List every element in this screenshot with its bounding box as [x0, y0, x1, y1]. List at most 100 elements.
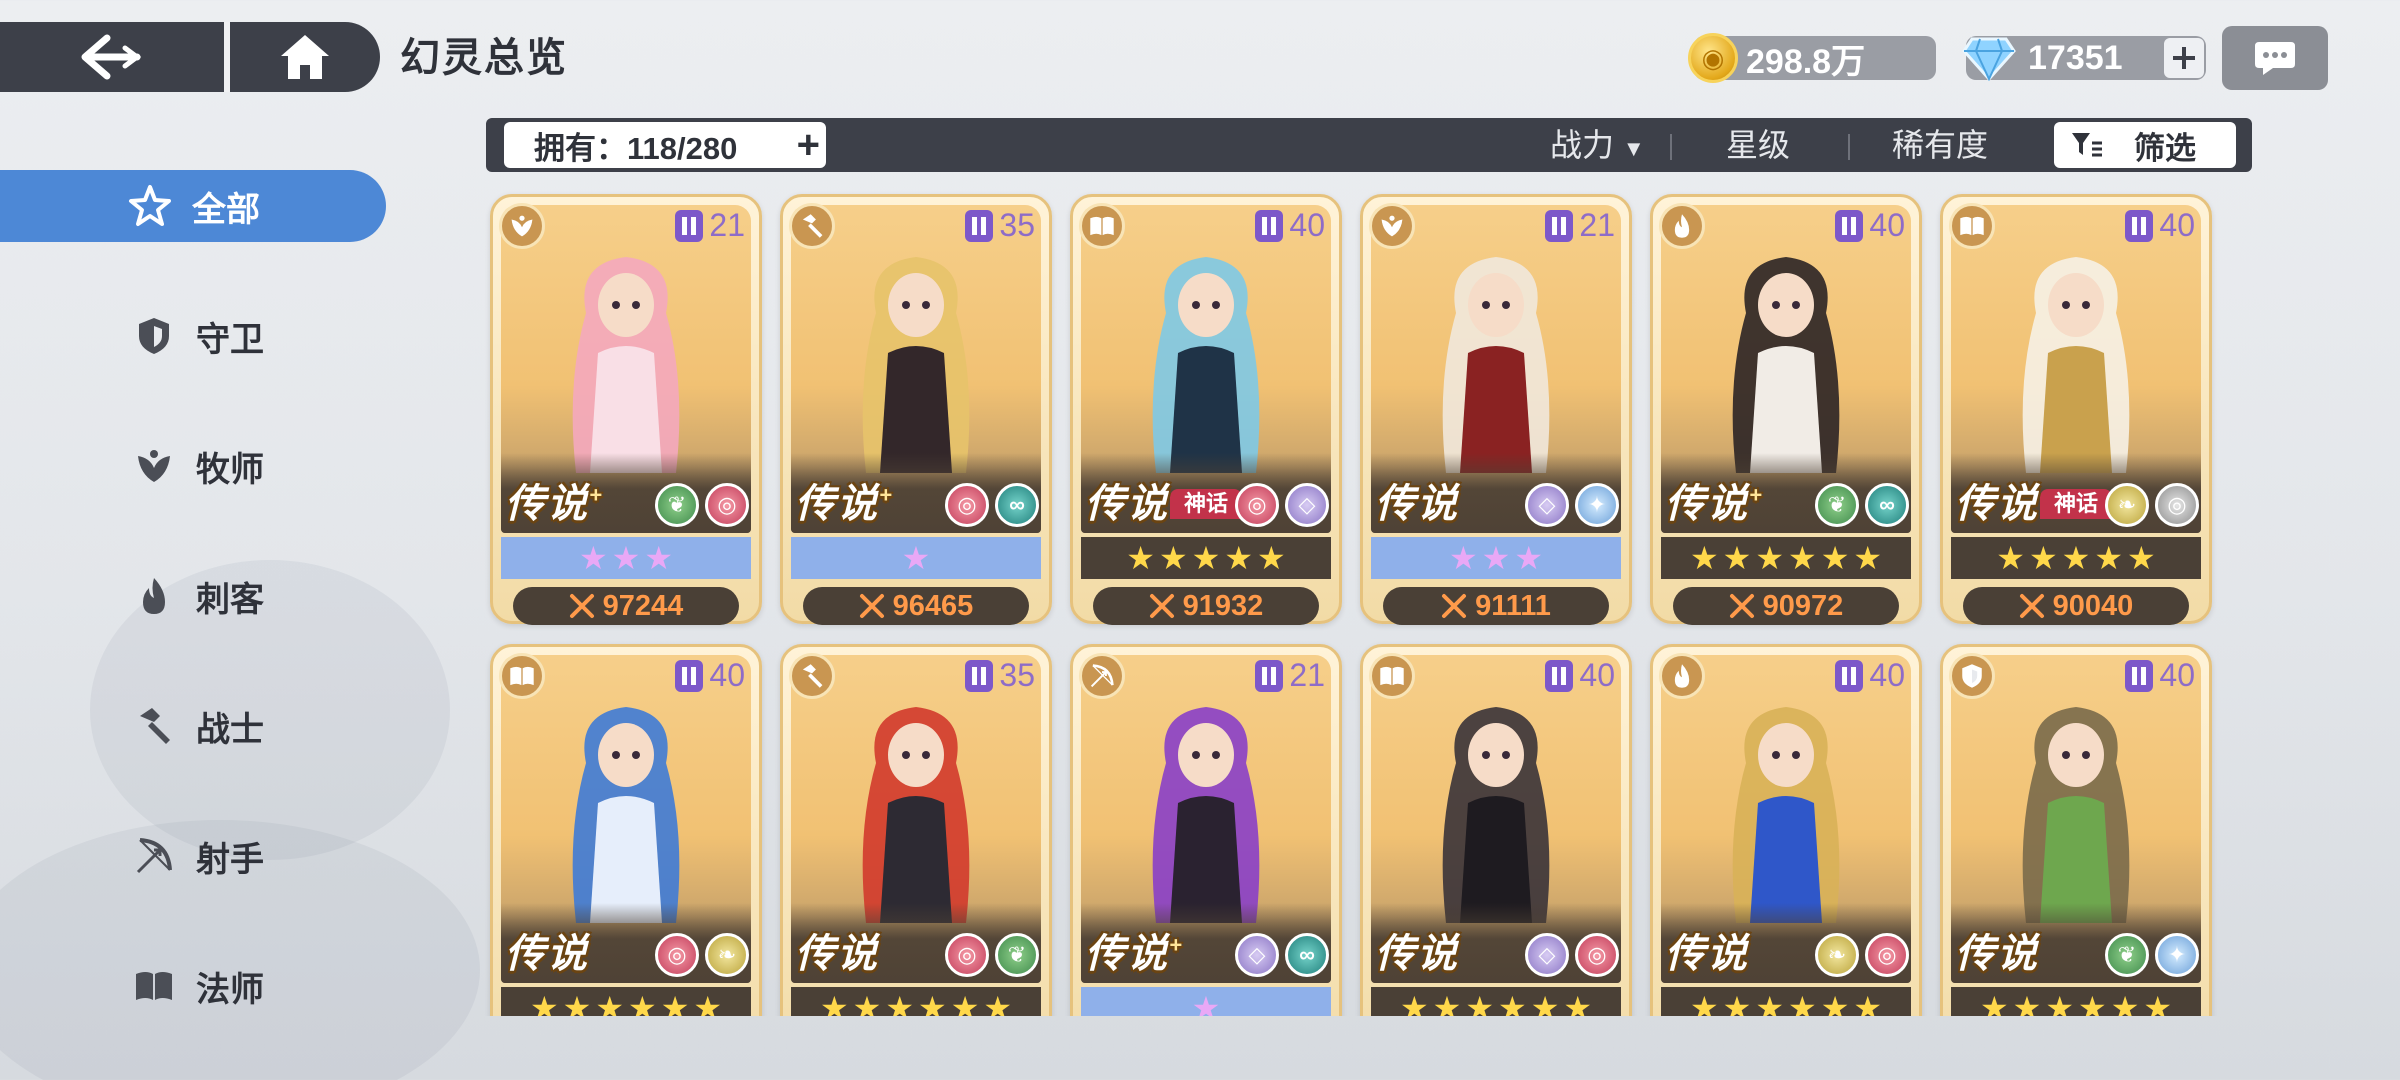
rarity-text: 传说: [1085, 932, 1169, 976]
rarity-plus-icon: +: [589, 482, 604, 508]
rarity-label: 传说+: [505, 471, 604, 529]
book-icon: [1079, 203, 1125, 249]
sidebar-item-3[interactable]: 刺客: [0, 560, 386, 632]
level-tier-icon: [1255, 659, 1284, 692]
hammer-icon: [789, 203, 835, 249]
rarity-text: 传说: [795, 932, 879, 976]
flame-element-icon: ◎: [705, 483, 749, 527]
home-button[interactable]: [230, 22, 380, 92]
rarity-label: 传说+: [1665, 471, 1764, 529]
star-icon: ★: [693, 990, 723, 1016]
level-tier-icon: [1545, 659, 1574, 692]
hero-level: 40: [2125, 207, 2195, 244]
rarity-label: 传说: [505, 921, 589, 979]
hero-level: 21: [1545, 207, 1615, 244]
combat-power-value: 96465: [892, 589, 974, 622]
sort-rarity-tab[interactable]: 稀有度: [1892, 122, 1988, 168]
flame-icon: [1659, 653, 1705, 699]
rarity-plus-icon: +: [879, 482, 894, 508]
flame-element-icon: ◎: [1865, 933, 1909, 977]
element-icons: ◇ ✦: [1525, 483, 1619, 527]
owned-count-box[interactable]: 拥有：118/280 +: [504, 122, 826, 168]
star-icon: ★: [2045, 990, 2074, 1016]
rarity-text: 传说: [505, 932, 589, 976]
hero-card[interactable]: 40 传说 ◎ ❧ ★ ★ ★ ★ ★ ★: [490, 644, 762, 1016]
level-tier-icon: [675, 659, 704, 692]
star-icon: ★: [1448, 540, 1478, 576]
sidebar-item-1[interactable]: 守卫: [0, 300, 386, 372]
hero-level: 40: [1835, 657, 1905, 694]
element-icons: ◎ ❦: [945, 933, 1039, 977]
sidebar-item-2[interactable]: 牧师: [0, 430, 386, 502]
rarity-text: 传说: [1665, 932, 1749, 976]
level-tier-icon: [965, 659, 994, 692]
sort-power-tab[interactable]: 战力 ▼: [1550, 122, 1645, 168]
level-tier-icon: [1545, 209, 1574, 242]
hero-level-value: 21: [1579, 207, 1615, 243]
hero-level-value: 40: [709, 657, 745, 693]
star-rating: ★ ★ ★ ★ ★: [1081, 537, 1331, 579]
star-icon: ★: [1514, 540, 1544, 576]
level-tier-icon: [1835, 659, 1864, 692]
hero-card[interactable]: 40 传说 ◇ ◎ ★ ★ ★ ★ ★ ★: [1360, 644, 1632, 1016]
gale-element-icon: ❧: [1815, 933, 1859, 977]
element-icons: ◎ ∞: [945, 483, 1039, 527]
star-rating: ★: [1081, 987, 1331, 1016]
frost-element-icon: ✦: [2155, 933, 2199, 977]
book-icon: [499, 653, 545, 699]
element-icons: ❦ ∞: [1815, 483, 1909, 527]
sidebar-item-0[interactable]: 全部: [0, 170, 386, 242]
star-icon: ★: [901, 540, 931, 576]
hero-card[interactable]: 40 传说+ ❦ ∞ ★ ★ ★ ★ ★ ★ 90972: [1650, 194, 1922, 625]
crossed-swords-icon: [859, 594, 884, 618]
sort-star-tab[interactable]: 星级: [1726, 122, 1790, 168]
star-icon: ★: [1722, 540, 1752, 576]
sidebar-item-4[interactable]: 战士: [0, 690, 386, 762]
star-icon: ★: [1996, 540, 2025, 576]
hero-card[interactable]: 40 神话 传说 ❧ ◎ ★ ★ ★ ★ ★ 90040: [1940, 194, 2212, 625]
filter-button[interactable]: 筛选: [2054, 122, 2236, 168]
level-tier-icon: [675, 209, 704, 242]
void-element-icon: ◇: [1525, 483, 1569, 527]
star-rating: ★: [791, 537, 1041, 579]
hero-card[interactable]: 40 传说 ❦ ✦ ★ ★ ★ ★ ★ ★: [1940, 644, 2212, 1016]
book-icon: [1369, 653, 1415, 699]
rarity-text: 传说: [1955, 932, 2039, 976]
rarity-text: 传说: [1665, 482, 1749, 526]
star-icon: ★: [1853, 540, 1883, 576]
sidebar-item-6[interactable]: 法师: [0, 950, 386, 1022]
hero-card[interactable]: 40 传说 ❧ ◎ ★ ★ ★ ★ ★ ★: [1650, 644, 1922, 1016]
nature-element-icon: ❦: [2105, 933, 2149, 977]
crossed-swords-icon: [2019, 594, 2044, 618]
combat-power: 96465: [803, 587, 1029, 625]
star-icon: ★: [1979, 990, 2009, 1016]
expand-slots-plus-icon[interactable]: +: [797, 124, 820, 166]
sidebar-item-label: 牧师: [196, 450, 264, 489]
hero-level: 40: [1545, 657, 1615, 694]
hero-level-value: 21: [1289, 657, 1325, 693]
nature-element-icon: ❦: [995, 933, 1039, 977]
star-icon: ★: [1689, 990, 1719, 1016]
star-icon: ★: [950, 990, 980, 1016]
element-icons: ❧ ◎: [1815, 933, 1909, 977]
chat-bubble-icon: [2255, 42, 2295, 75]
hero-level-value: 40: [1869, 207, 1905, 243]
sidebar-item-5[interactable]: 射手: [0, 820, 386, 892]
flame-element-icon: ◎: [655, 933, 699, 977]
hero-card[interactable]: 35 传说 ◎ ❦ ★ ★ ★ ★ ★ ★: [780, 644, 1052, 1016]
hero-card[interactable]: 21 传说 ◇ ✦ ★ ★ ★ 91111: [1360, 194, 1632, 625]
star-icon: ★: [644, 540, 674, 576]
back-button[interactable]: [0, 22, 224, 92]
star-icon: ★: [1191, 540, 1221, 576]
star-icon: ★: [578, 540, 608, 576]
chat-button[interactable]: [2222, 26, 2328, 90]
flame-element-icon: ◎: [1575, 933, 1619, 977]
leaf-icon: [1369, 203, 1415, 249]
hero-card[interactable]: 35 传说+ ◎ ∞ ★ 96465: [780, 194, 1052, 625]
sidebar-item-label: 法师: [196, 970, 264, 1009]
hero-card[interactable]: 21 传说+ ❦ ◎ ★ ★ ★ 97244: [490, 194, 762, 625]
hero-card[interactable]: 21 传说+ ◇ ∞ ★: [1070, 644, 1342, 1016]
hero-card[interactable]: 40 神话 传说 ◎ ◇ ★ ★ ★ ★ ★ 91932: [1070, 194, 1342, 625]
star-icon: ★: [819, 990, 849, 1016]
add-gems-button[interactable]: [2164, 38, 2204, 78]
